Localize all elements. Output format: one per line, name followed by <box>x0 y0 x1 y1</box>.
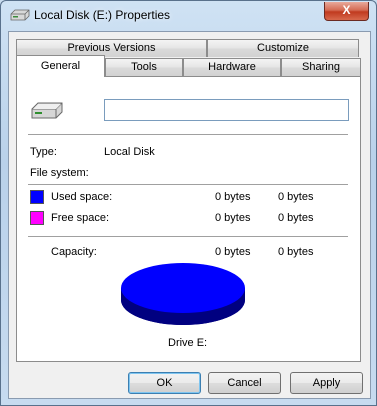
cancel-button[interactable]: Cancel <box>208 372 281 394</box>
divider <box>28 134 348 135</box>
free-space-swatch <box>30 211 44 225</box>
filesystem-label: File system: <box>30 167 89 179</box>
free-space-label: Free space: <box>51 212 110 224</box>
divider <box>28 236 348 237</box>
close-button[interactable]: X <box>324 2 369 21</box>
capacity-size: 0 bytes <box>278 246 314 258</box>
tab-tools[interactable]: Tools <box>105 58 183 76</box>
window-title: Local Disk (E:) Properties <box>34 8 171 22</box>
apply-button[interactable]: Apply <box>290 372 363 394</box>
hard-drive-icon <box>31 102 63 119</box>
general-tab-panel: Type: Local Disk File system: Used space… <box>16 76 361 362</box>
capacity-bytes: 0 bytes <box>215 246 251 258</box>
tab-general[interactable]: General <box>16 55 105 77</box>
tab-customize[interactable]: Customize <box>207 39 359 57</box>
volume-name-input[interactable] <box>104 99 349 121</box>
close-icon: X <box>342 3 351 17</box>
used-space-bytes: 0 bytes <box>215 191 251 203</box>
drive-label: Drive E: <box>168 337 208 349</box>
divider <box>28 184 348 185</box>
tab-sharing[interactable]: Sharing <box>281 58 361 76</box>
title-bar[interactable]: Local Disk (E:) Properties X <box>1 1 376 31</box>
used-space-size: 0 bytes <box>278 191 314 203</box>
apply-button-label: Apply <box>312 377 341 389</box>
ok-button[interactable]: OK <box>128 372 201 394</box>
dialog-client-area: Previous Versions Customize General Tool… <box>8 31 371 399</box>
tab-hardware[interactable]: Hardware <box>183 58 281 76</box>
ok-button-label: OK <box>156 377 173 389</box>
drive-icon <box>10 9 30 21</box>
free-space-size: 0 bytes <box>278 212 314 224</box>
properties-window: Local Disk (E:) Properties X Previous Ve… <box>0 0 377 406</box>
used-space-label: Used space: <box>51 191 113 203</box>
type-label: Type: <box>30 146 57 158</box>
capacity-label: Capacity: <box>51 246 97 258</box>
cancel-button-label: Cancel <box>227 377 262 389</box>
used-space-swatch <box>30 190 44 204</box>
disk-usage-pie <box>121 263 245 325</box>
type-value: Local Disk <box>104 146 155 158</box>
free-space-bytes: 0 bytes <box>215 212 251 224</box>
